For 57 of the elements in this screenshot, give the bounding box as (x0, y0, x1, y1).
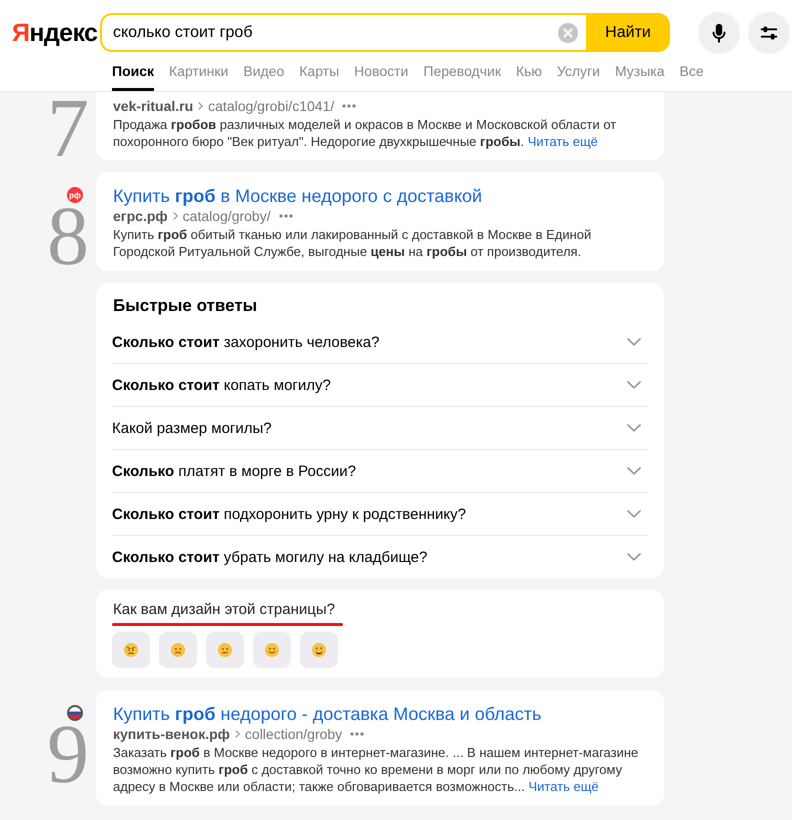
more-options-icon[interactable] (350, 732, 364, 736)
smiling-face-icon (265, 643, 279, 657)
tab[interactable]: Все (680, 61, 704, 91)
question-item[interactable]: Сколько стоит подхоронить урну к родственнику? (112, 493, 648, 536)
search-field[interactable]: сколько стоит гроб (100, 13, 586, 52)
site-favicon: рф (67, 187, 83, 203)
tab[interactable]: Карты (299, 61, 340, 91)
clear-icon[interactable] (558, 22, 578, 42)
neutral-face-icon (218, 643, 232, 657)
result-number: 8 (47, 207, 89, 267)
rating-button[interactable] (206, 632, 244, 668)
more-options-icon[interactable] (278, 214, 293, 218)
rating-button[interactable] (159, 632, 197, 668)
question-item[interactable]: Какой размер могилы? (112, 407, 648, 450)
grinning-face-icon (312, 643, 326, 657)
angry-face-icon (124, 643, 138, 657)
feedback-question: Как вам дизайн этой страницы? (112, 600, 335, 620)
question-item[interactable]: Сколько платят в морге в России? (112, 450, 648, 493)
result-number: 9 (47, 725, 89, 785)
quick-answers-title: Быстрые ответы (112, 295, 258, 317)
sad-face-icon (171, 643, 185, 657)
question-item[interactable]: Сколько стоит захоронить человека? (112, 321, 648, 364)
more-options-icon[interactable] (342, 104, 356, 108)
question-item[interactable]: Сколько стоит копать могилу? (112, 364, 648, 407)
breadcrumb-chevron-icon (198, 102, 204, 110)
rating-button[interactable] (112, 632, 150, 668)
read-more-link[interactable]: Читать ещё (528, 779, 599, 794)
result-title-link[interactable]: Купить гроб недорого - доставка Москва и область (113, 704, 542, 724)
tab[interactable]: Картинки (169, 61, 228, 91)
result-path-link[interactable]: catalog/grobi/c1041/ (208, 98, 334, 114)
logo[interactable]: Яндекс (0, 18, 100, 48)
result-domain-link[interactable]: vek-ritual.ru (113, 98, 194, 114)
breadcrumb-chevron-icon (234, 730, 240, 738)
result-snippet: Заказать гроб в Москве недорого в интернет-магазине. ... В нашем интернет-магазине возможно купить гроб с доставкой точно ко времени в морг или по любому другому адресу в Москве или области; также обговаривается возможность... Читать ещё (113, 744, 640, 795)
result-snippet: Продажа гробов различных моделей и окрасов в Москве и Московской области от похоронного бюро "Век ритуал". Недорогие двухкрышечные гробы. Читать ещё (113, 116, 618, 150)
result-path-link[interactable]: catalog/groby/ (182, 208, 271, 224)
tab[interactable]: Услуги (556, 61, 600, 91)
result-title-link[interactable]: Купить гроб в Москве недорого с доставкой (113, 186, 482, 206)
voice-search-button[interactable] (698, 12, 740, 54)
result-snippet: Купить гроб обитый тканью или лакированный с доставкой в Москве в Единой Городской Ритуальной Службе, выгодные цены на гробы от производителя. (113, 226, 592, 260)
search-button[interactable]: Найти (586, 13, 670, 52)
breadcrumb-chevron-icon (172, 212, 178, 220)
result-number: 7 (47, 99, 89, 159)
tab[interactable]: Новости (354, 61, 408, 91)
tab[interactable]: Кью (516, 61, 542, 91)
filters-button[interactable] (748, 12, 790, 54)
question-item[interactable]: Сколько стоит убрать могилу на кладбище? (112, 536, 648, 578)
tab[interactable]: Переводчик (423, 61, 501, 91)
rating-button[interactable] (253, 632, 291, 668)
result-domain-link[interactable]: купить-венок.рф (113, 726, 230, 742)
result-path-link[interactable]: collection/groby (244, 726, 342, 742)
tab[interactable]: Музыка (614, 61, 665, 91)
flag-globe-icon (67, 705, 83, 721)
result-domain-link[interactable]: егрс.рф (113, 208, 168, 224)
read-more-link[interactable]: Читать ещё (528, 134, 598, 149)
tab[interactable]: Видео (243, 61, 284, 91)
rating-button[interactable] (300, 632, 338, 668)
